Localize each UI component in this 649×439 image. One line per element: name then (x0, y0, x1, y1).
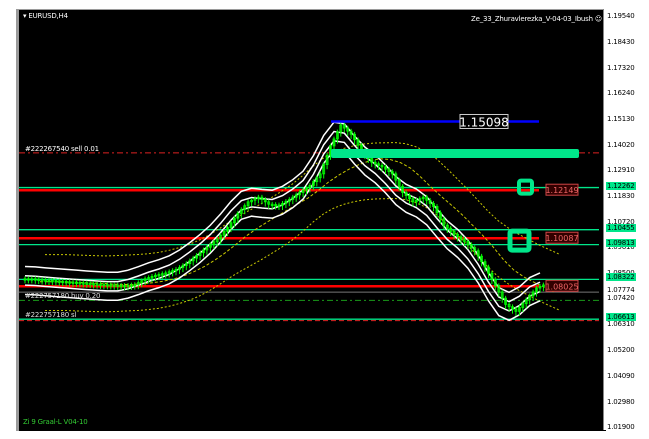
axis-level-tag: 1.08322 (606, 273, 636, 282)
axis-tick-label: 1.15130 (607, 114, 635, 123)
sell-order-label: #222267540 sell 0.01 (25, 145, 99, 153)
red-price-tag-label: 1.08025 (545, 282, 578, 291)
chart-window[interactable]: 1.15098 1.12149 1.10087 1.08025 ▾ EURUSD,H4… (16, 9, 606, 431)
axis-tick-label: 1.04090 (607, 371, 635, 380)
high-price-label: 1.15098 (459, 115, 509, 129)
axis-tick-label: 1.16240 (607, 88, 635, 97)
smiley-face-icon: ☺ (594, 15, 602, 23)
axis-tick-label: 1.06310 (607, 320, 635, 329)
price-axis[interactable]: 1.19540 1.18430 1.17320 1.16240 1.15130 1.140… (603, 9, 644, 431)
axis-tick-label: 1.12910 (607, 166, 635, 175)
axis-level-tag: 1.12262 (606, 181, 636, 190)
price-chart[interactable]: 1.15098 1.12149 1.10087 1.08025 (19, 10, 606, 431)
axis-level-tag: 1.09813 (606, 238, 636, 247)
axis-current-price-tag: 1.07774 (606, 286, 636, 295)
symbol-text: EURUSD,H4 (28, 12, 68, 20)
axis-level-tag: 1.10455 (606, 223, 636, 232)
axis-tick-label: 1.19540 (607, 12, 635, 20)
axis-tick-label: 1.07420 (607, 294, 635, 303)
axis-level-tag: 1.06613 (606, 313, 636, 322)
red-price-tag-label: 1.12149 (545, 186, 578, 195)
red-price-tag-label: 1.10087 (545, 234, 578, 243)
axis-tick-label: 1.17320 (607, 63, 635, 72)
buy-order-label: #222757180 buy 0.20 (25, 292, 101, 300)
indicator-label: Zi 9 Graal-L V04-10 (23, 418, 88, 426)
axis-tick-label: 1.11830 (607, 191, 635, 200)
sl-order-label: #222757180 sl (25, 311, 77, 319)
signal-bar (331, 148, 579, 158)
expert-label: Ze_33_Zhuravlerezka_V-04-03_Ibush ☺ (471, 15, 602, 23)
axis-tick-label: 1.01900 (607, 423, 635, 431)
axis-tick-label: 1.02980 (607, 397, 635, 406)
signal-square-large (507, 228, 532, 253)
axis-tick-label: 1.18430 (607, 37, 635, 46)
axis-tick-label: 1.14020 (607, 140, 635, 149)
axis-tick-label: 1.05200 (607, 346, 635, 355)
symbol-label[interactable]: ▾ EURUSD,H4 (23, 12, 68, 20)
expert-name: Ze_33_Zhuravlerezka_V-04-03_Ibush (471, 15, 593, 23)
